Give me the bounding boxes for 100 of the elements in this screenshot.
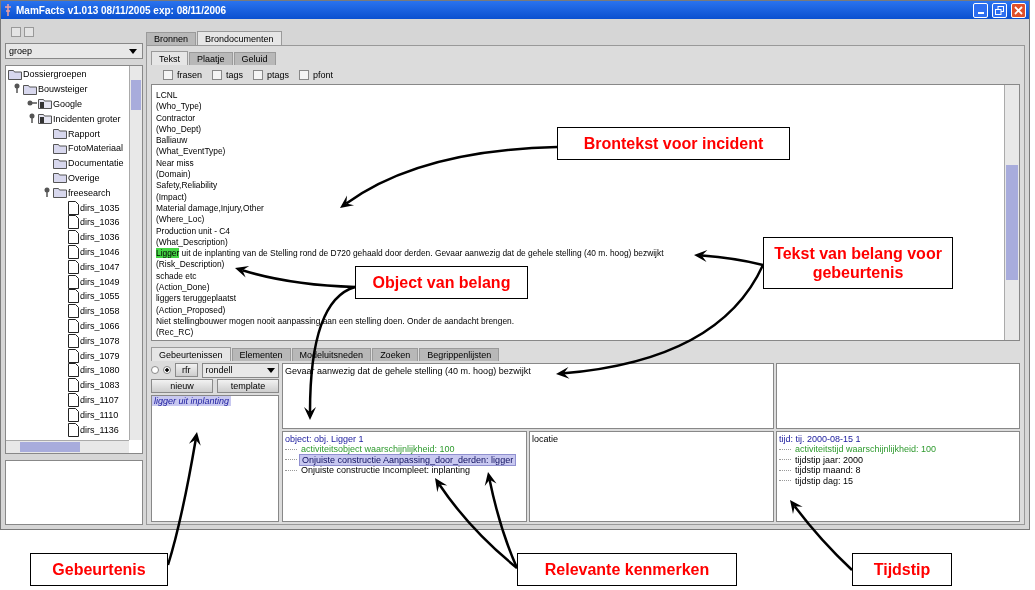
file-icon bbox=[68, 215, 79, 230]
restore-button[interactable] bbox=[992, 2, 1007, 18]
expanded-toggle-icon[interactable] bbox=[27, 112, 37, 123]
tab[interactable]: Zoeken bbox=[372, 348, 419, 361]
tab[interactable]: Bronnen bbox=[146, 32, 197, 45]
text-line: liggers teruggeplaatst bbox=[156, 293, 237, 305]
callout-label: Tijdstip bbox=[852, 553, 952, 586]
checkbox[interactable] bbox=[299, 69, 310, 80]
object-node[interactable]: object: obj. Ligger 1 bbox=[285, 434, 524, 444]
tree-item[interactable]: Overige bbox=[68, 172, 100, 183]
checkbox[interactable] bbox=[253, 69, 264, 80]
app-icon bbox=[4, 4, 12, 16]
text-line: (Who_Type) bbox=[156, 101, 202, 113]
tree-item[interactable]: activiteitstijd waarschijnlijkheid: 100 bbox=[793, 444, 939, 455]
tree-item[interactable]: dirs_1083 bbox=[80, 380, 120, 391]
tree-item[interactable]: dirs_1058 bbox=[80, 306, 120, 317]
tree-item[interactable]: FotoMateriaal bbox=[68, 143, 124, 154]
dropdown-arrow-icon bbox=[267, 367, 275, 373]
tree-item[interactable]: dirs_1055 bbox=[80, 291, 120, 302]
folder-icon bbox=[53, 187, 67, 199]
radio-button[interactable] bbox=[163, 366, 171, 374]
scroll-thumb[interactable] bbox=[131, 80, 141, 110]
file-icon bbox=[68, 422, 79, 437]
tree-item[interactable]: Bouwsteiger bbox=[38, 84, 88, 95]
refresh-button[interactable]: rfr bbox=[175, 363, 198, 377]
file-icon bbox=[68, 392, 79, 407]
file-icon bbox=[68, 333, 79, 348]
text-line: (What_EventType) bbox=[156, 146, 226, 158]
checkbox-label: tags bbox=[226, 69, 244, 80]
source-text-area[interactable] bbox=[151, 84, 1020, 341]
tree-item[interactable]: dirs_1036 bbox=[80, 217, 120, 228]
tree-item[interactable]: Incidenten groter bbox=[53, 113, 121, 124]
restore-icon bbox=[995, 5, 1004, 15]
text-line: LCNL bbox=[156, 90, 178, 102]
tab[interactable]: Plaatje bbox=[189, 52, 233, 65]
text-line: (Risk_Description) bbox=[156, 259, 225, 271]
scrollbar[interactable] bbox=[129, 66, 142, 440]
tab[interactable]: Geluid bbox=[233, 52, 276, 65]
tab[interactable]: Begrippenlijsten bbox=[419, 348, 500, 361]
tree-item[interactable]: Onjuiste constructie Aanpassing_door_derden: ligger bbox=[299, 453, 517, 466]
text-line: Near miss bbox=[156, 157, 194, 170]
expanded-toggle-icon[interactable] bbox=[12, 83, 22, 94]
text-line: (What_Description) bbox=[156, 236, 228, 249]
action-button[interactable]: template bbox=[217, 379, 279, 393]
radio-button[interactable] bbox=[151, 366, 159, 374]
checkbox[interactable] bbox=[212, 69, 222, 80]
tab[interactable]: Elementen bbox=[231, 348, 291, 361]
collapsed-toggle-icon[interactable] bbox=[27, 98, 37, 108]
expanded-toggle-icon[interactable] bbox=[42, 186, 52, 197]
text-line: Contractor bbox=[156, 112, 196, 124]
text-line: (Rec_RC) bbox=[156, 327, 194, 339]
close-button[interactable] bbox=[1011, 2, 1026, 18]
checkbox-label: frasen bbox=[177, 69, 202, 80]
tree-item[interactable]: dirs_1110 bbox=[80, 409, 119, 420]
tree-item[interactable]: dirs_1036 bbox=[80, 232, 120, 243]
tree-item[interactable]: dirs_1047 bbox=[80, 261, 120, 272]
scrollbar[interactable] bbox=[6, 440, 129, 453]
tree-item[interactable]: tijdstip dag: 15 bbox=[793, 475, 856, 486]
text-line: Niet stellingbouwer mogen nooit aanpassing aan een stelling doen. Onder de aandacht brengen. bbox=[156, 315, 515, 328]
tab[interactable]: Gebeurtenissen bbox=[151, 347, 231, 361]
minimize-button[interactable] bbox=[973, 2, 988, 18]
role-dropdown[interactable]: rondell bbox=[201, 362, 279, 378]
tree-item[interactable]: Documentatie bbox=[68, 158, 124, 169]
tree-item[interactable]: dirs_1049 bbox=[80, 276, 120, 287]
tree-item[interactable]: activiteitsobject waarschijnlijkheid: 100 bbox=[299, 444, 457, 455]
scroll-thumb[interactable] bbox=[20, 442, 80, 452]
text-line: (Domain) bbox=[156, 169, 191, 181]
tree-item[interactable]: dirs_1080 bbox=[80, 365, 120, 376]
checkbox[interactable] bbox=[163, 69, 173, 80]
tree-item[interactable]: freesearch bbox=[68, 187, 111, 198]
tab[interactable]: Tekst bbox=[151, 51, 188, 65]
tree-item[interactable]: dirs_1046 bbox=[80, 246, 120, 257]
action-button[interactable]: nieuw bbox=[151, 379, 213, 393]
folder-icon bbox=[23, 83, 37, 95]
tree-item[interactable]: tijdstip maand: 8 bbox=[793, 465, 863, 476]
tab[interactable]: Brondocumenten bbox=[197, 31, 282, 45]
file-icon bbox=[68, 318, 79, 333]
scroll-thumb[interactable] bbox=[1006, 165, 1018, 280]
dropdown-arrow-icon bbox=[129, 48, 137, 54]
text-line: (Where_Loc) bbox=[156, 214, 205, 226]
tree-item[interactable]: Google bbox=[53, 99, 83, 109]
event-item[interactable]: ligger uit inplanting bbox=[152, 396, 232, 406]
window-title: MamFacts v1.013 08/11/2005 exp: 08/11/2006 bbox=[16, 4, 227, 16]
tree-item[interactable]: dirs_1066 bbox=[80, 320, 120, 331]
tree-item[interactable]: tijdstip jaar: 2000 bbox=[793, 454, 866, 465]
group-dropdown[interactable]: groep bbox=[5, 43, 143, 59]
tree-item[interactable]: dirs_1136 bbox=[80, 424, 119, 435]
tree-item[interactable]: dirs_1107 bbox=[80, 394, 119, 405]
time-node[interactable]: tijd: tij. 2000-08-15 1 bbox=[779, 434, 1017, 444]
callout-label: Object van belang bbox=[355, 266, 528, 299]
file-icon bbox=[68, 304, 79, 319]
scrollbar[interactable] bbox=[1004, 85, 1019, 340]
tree-item[interactable]: dirs_1079 bbox=[80, 350, 120, 361]
tree-item[interactable]: Dossiergroepen bbox=[23, 69, 87, 80]
tree-item[interactable]: Onjuiste constructie Incompleet: inplanting bbox=[299, 465, 473, 476]
tree-item[interactable]: dirs_1078 bbox=[80, 335, 120, 346]
text-line: Ligger uit de inplanting van de Stelling rond de D720 gehaald door derden. Gevaar aanwezig dat de gehele stelling (40 m. hoog) bezwijkt bbox=[156, 248, 664, 260]
tree-item[interactable]: dirs_1035 bbox=[80, 202, 120, 213]
folder-icon bbox=[53, 128, 67, 140]
tree-item[interactable]: Rapport bbox=[68, 128, 101, 139]
